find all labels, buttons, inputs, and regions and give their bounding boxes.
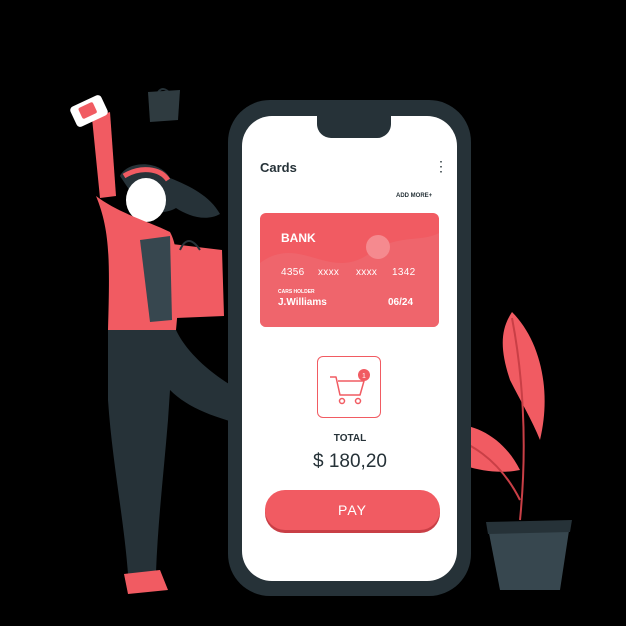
card-number-group: 1342	[392, 267, 416, 278]
card-holder-name: J.Williams	[278, 297, 327, 308]
card-number-group: 4356	[281, 267, 305, 278]
card-holder-label: CARS HOLDER	[278, 289, 315, 295]
total-amount: $ 180,20	[313, 451, 387, 472]
screen-title: Cards	[260, 160, 297, 175]
cart-button[interactable]: 1	[317, 356, 381, 418]
shopping-bag-illustration	[148, 88, 180, 122]
card-number-group: xxxx	[318, 267, 340, 278]
bank-card[interactable]: BANK 4356 xxxx xxxx 1342 CARS HOLDER J.W…	[260, 213, 439, 327]
shopping-cart-icon: 1	[330, 369, 370, 405]
phone-notch	[317, 112, 391, 138]
total-label: TOTAL	[333, 433, 367, 444]
card-bank-name: BANK	[281, 231, 316, 245]
cart-badge-count: 1	[362, 373, 366, 380]
card-expiry: 06/24	[388, 297, 414, 308]
add-more-button[interactable]: ADD MORE+	[396, 193, 432, 199]
card-number-group: xxxx	[356, 267, 378, 278]
pay-button[interactable]: PAY	[265, 490, 440, 530]
more-vertical-icon[interactable]: ⋮	[434, 158, 448, 174]
